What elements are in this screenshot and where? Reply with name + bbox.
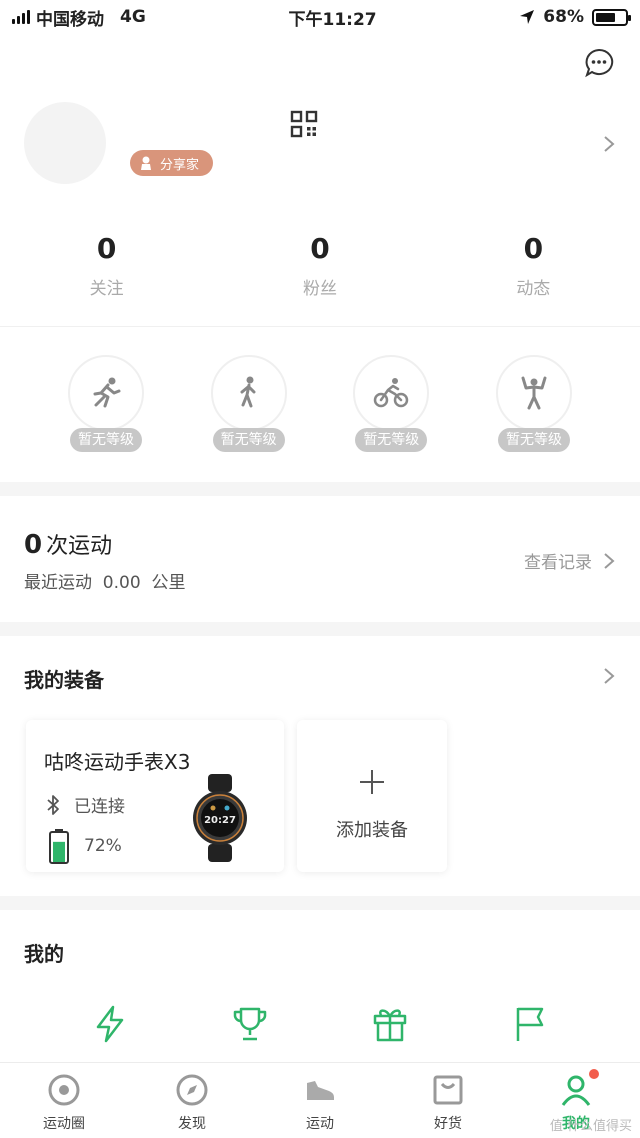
shoe-icon xyxy=(307,1081,334,1100)
workout-count[interactable]: 0 次运动 xyxy=(24,528,112,560)
divider xyxy=(0,326,640,327)
chevron-right-icon[interactable] xyxy=(602,134,616,154)
bluetooth-icon xyxy=(47,794,59,815)
lightning-icon[interactable] xyxy=(90,1004,130,1044)
clock: 下午11:27 xyxy=(288,9,377,30)
tab-label: 发现 xyxy=(178,1116,206,1132)
device-battery: 72% xyxy=(48,828,122,864)
running-icon xyxy=(93,377,121,408)
mine-title: 我的 xyxy=(24,942,64,966)
stat-value: 0 xyxy=(310,232,330,265)
tab-goods[interactable]: 好货 xyxy=(384,1063,512,1138)
mine-shortcuts xyxy=(0,1004,640,1044)
stat-label: 粉丝 xyxy=(302,279,337,299)
network-label: 4G xyxy=(120,7,146,27)
stat-posts[interactable]: 0 动态 xyxy=(427,232,640,299)
view-records-link[interactable]: 查看记录 xyxy=(524,548,616,573)
plus-icon xyxy=(360,770,384,794)
compass-icon xyxy=(176,1074,208,1106)
add-gear-label: 添加装备 xyxy=(336,820,408,841)
battery-icon xyxy=(592,8,631,26)
battery-icon xyxy=(49,829,69,864)
watch-image: 20:27 xyxy=(193,774,247,862)
watch-face-time: 20:27 xyxy=(204,815,236,826)
stat-label: 动态 xyxy=(516,279,551,299)
tab-bar: 运动圈 发现 运动 好货 我的 xyxy=(0,1062,640,1138)
fitness-icon xyxy=(521,376,547,410)
section-gap xyxy=(0,482,640,496)
tab-sport-circle[interactable]: 运动圈 xyxy=(0,1063,128,1138)
location-icon xyxy=(520,10,535,24)
avatar[interactable] xyxy=(24,102,106,184)
notification-dot xyxy=(587,1067,601,1081)
walking-icon xyxy=(240,376,256,408)
section-gap xyxy=(0,622,640,636)
stat-value: 0 xyxy=(523,232,544,265)
gear-title[interactable]: 我的装备 xyxy=(24,664,104,693)
level-tag: 暂无等级 xyxy=(70,428,142,452)
chevron-right-icon[interactable] xyxy=(602,666,616,686)
connection-status: 已连接 xyxy=(46,792,125,817)
badge-label: 分享家 xyxy=(160,157,200,173)
tab-discover[interactable]: 发现 xyxy=(128,1063,256,1138)
level-fitness[interactable]: 暂无等级 xyxy=(464,352,604,456)
level-walking[interactable]: 暂无等级 xyxy=(179,352,319,456)
user-name[interactable] xyxy=(130,112,260,134)
circle-target-icon xyxy=(48,1074,80,1106)
flag-icon[interactable] xyxy=(510,1004,550,1044)
message-icon[interactable] xyxy=(584,48,614,78)
device-name: 咕咚运动手表X3 xyxy=(44,750,191,774)
stats-row: 0 关注 0 粉丝 0 动态 xyxy=(0,232,640,299)
cycling-icon xyxy=(374,378,409,408)
view-records-label: 查看记录 xyxy=(524,553,592,573)
battery-percent: 72% xyxy=(84,836,122,856)
stat-following[interactable]: 0 关注 xyxy=(0,232,213,299)
level-tag: 暂无等级 xyxy=(212,428,285,452)
watermark: 值 什么值得买 xyxy=(549,1119,632,1134)
sharer-badge[interactable]: 分享家 xyxy=(130,150,214,176)
carrier-label: 中国移动 xyxy=(36,9,104,30)
workout-count-value: 0 xyxy=(24,530,43,560)
add-gear-button[interactable]: 添加装备 xyxy=(297,720,447,872)
signal-icon xyxy=(12,10,30,24)
battery-percent: 68% xyxy=(543,7,584,27)
level-tag: 暂无等级 xyxy=(497,428,570,452)
workout-count-suffix: 次运动 xyxy=(46,534,113,559)
stat-value: 0 xyxy=(96,232,117,265)
level-cycling[interactable]: 暂无等级 xyxy=(321,352,461,456)
status-bar: 中国移动 4G 下午11:27 68% xyxy=(0,0,640,34)
recent-workout: 最近运动 0.00 公里 xyxy=(24,573,186,593)
device-card[interactable]: 咕咚运动手表X3 已连接 72% 20:27 xyxy=(26,720,284,872)
shopping-bag-icon xyxy=(433,1075,463,1105)
tab-sport[interactable]: 运动 xyxy=(256,1063,384,1138)
tab-label: 运动 xyxy=(306,1116,334,1132)
trophy-icon[interactable] xyxy=(230,1004,270,1044)
sport-levels: 暂无等级 暂无等级 暂无等级 暂无等级 xyxy=(36,352,604,456)
level-tag: 暂无等级 xyxy=(355,428,428,452)
connection-label: 已连接 xyxy=(74,797,125,817)
chevron-right-icon xyxy=(604,552,615,569)
stat-label: 关注 xyxy=(89,279,124,299)
stat-fans[interactable]: 0 粉丝 xyxy=(213,232,426,299)
qr-code-icon[interactable] xyxy=(290,110,318,138)
gift-icon[interactable] xyxy=(370,1004,410,1044)
tab-label: 好货 xyxy=(434,1116,462,1132)
baby-icon xyxy=(141,156,151,170)
level-running[interactable]: 暂无等级 xyxy=(36,352,176,456)
tab-label: 运动圈 xyxy=(43,1116,85,1132)
section-gap xyxy=(0,896,640,910)
